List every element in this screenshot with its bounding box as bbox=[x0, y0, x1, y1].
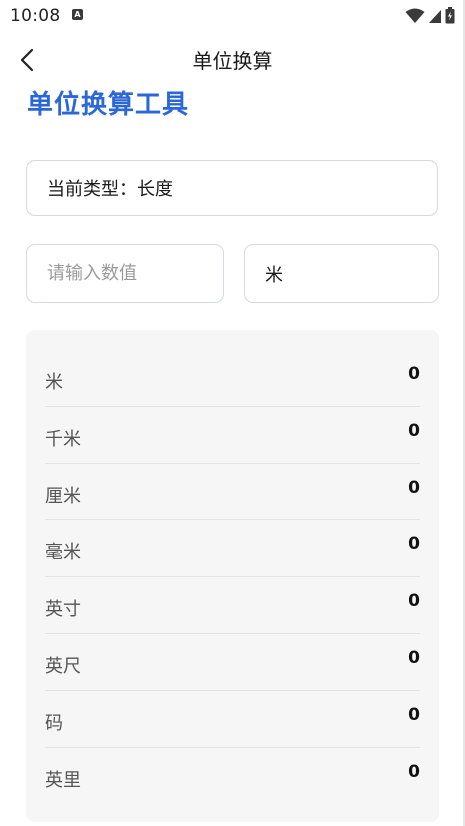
result-value: 0 bbox=[408, 591, 420, 612]
status-bar: 10:08 A bbox=[0, 0, 465, 32]
unit-select[interactable]: 米 bbox=[244, 244, 439, 303]
status-icons bbox=[405, 7, 455, 24]
result-value: 0 bbox=[408, 534, 420, 555]
result-row: 千米 0 bbox=[45, 407, 420, 464]
result-unit: 毫米 bbox=[45, 542, 81, 564]
a-icon: A bbox=[72, 9, 83, 20]
current-type-label: 当前类型：长度 bbox=[47, 179, 173, 200]
result-value: 0 bbox=[408, 420, 420, 441]
result-row: 毫米 0 bbox=[45, 520, 420, 578]
result-unit: 厘米 bbox=[45, 485, 81, 507]
result-row: 米 0 bbox=[45, 350, 420, 407]
result-value: 0 bbox=[408, 364, 420, 384]
page-title: 单位换算 bbox=[192, 49, 273, 73]
current-type-card[interactable]: 当前类型：长度 bbox=[26, 160, 438, 216]
unit-select-value: 米 bbox=[265, 264, 283, 286]
result-value: 0 bbox=[408, 761, 420, 782]
result-unit: 英里 bbox=[45, 769, 81, 791]
value-input[interactable] bbox=[26, 244, 224, 303]
result-unit: 千米 bbox=[45, 428, 81, 450]
signal-icon bbox=[429, 9, 441, 23]
result-unit: 米 bbox=[45, 372, 63, 393]
result-row: 英寸 0 bbox=[45, 577, 420, 634]
results-panel: 米 0 千米 0 厘米 0 毫米 0 英寸 0 英尺 0 码 0 英里 0 bbox=[26, 330, 439, 822]
result-unit: 英寸 bbox=[45, 599, 81, 621]
result-value: 0 bbox=[408, 704, 420, 725]
result-value: 0 bbox=[408, 647, 420, 668]
status-time: 10:08 bbox=[10, 6, 61, 26]
result-row: 英里 0 bbox=[45, 748, 420, 805]
result-row: 厘米 0 bbox=[45, 464, 420, 521]
result-unit: 英尺 bbox=[45, 655, 81, 677]
wifi-icon bbox=[405, 8, 425, 23]
app-bar: 单位换算 bbox=[0, 36, 465, 82]
result-row: 码 0 bbox=[45, 691, 420, 748]
result-row: 英尺 0 bbox=[45, 634, 420, 691]
page-heading: 单位换算工具 bbox=[27, 90, 190, 120]
battery-icon bbox=[445, 7, 455, 24]
result-unit: 码 bbox=[45, 712, 63, 734]
result-value: 0 bbox=[408, 477, 420, 498]
